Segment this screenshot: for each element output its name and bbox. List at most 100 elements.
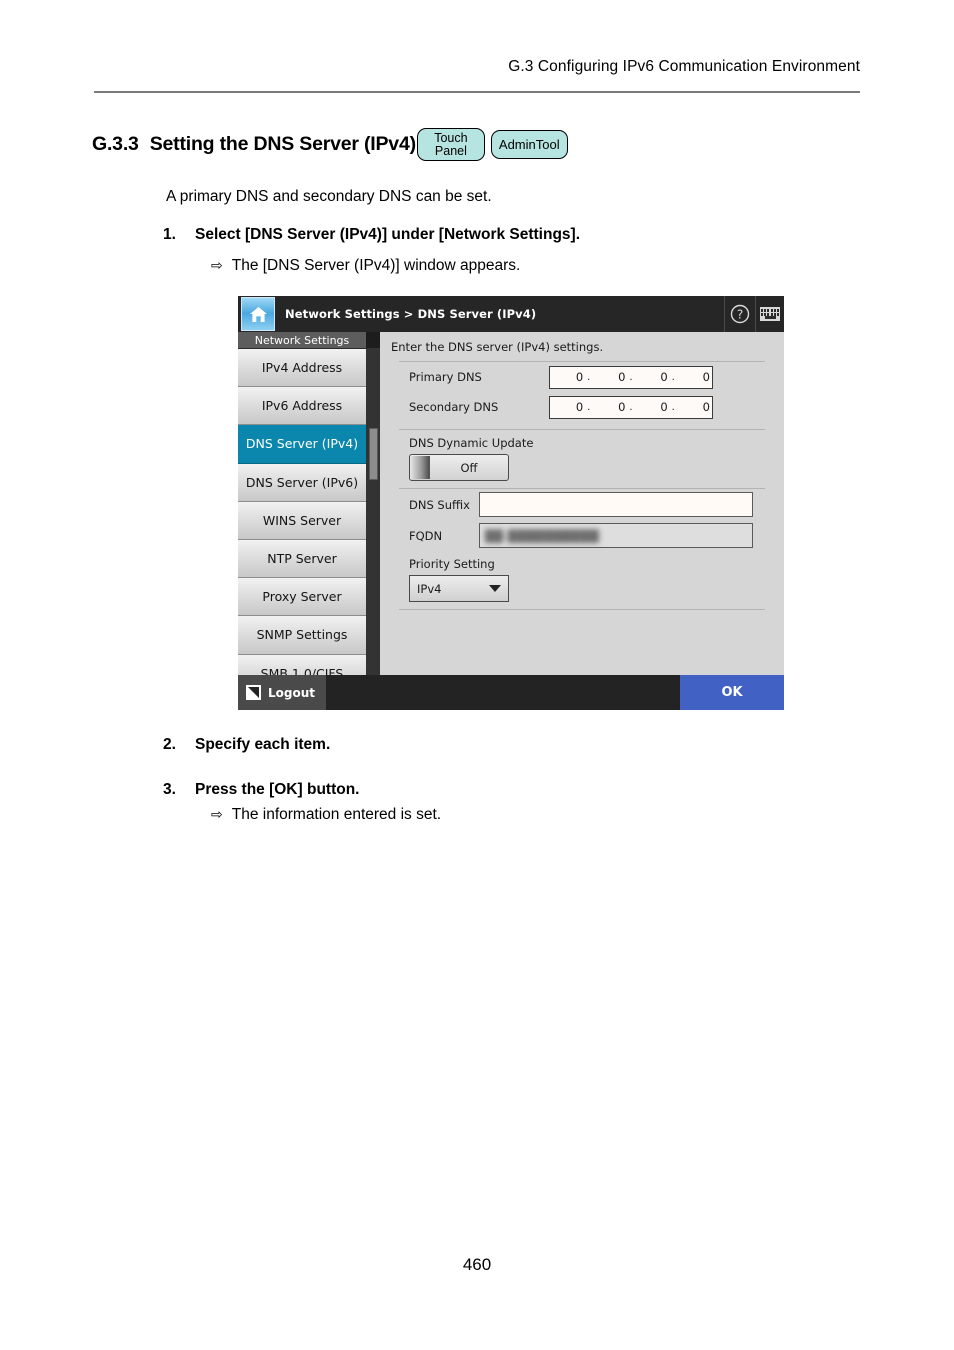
header-divider — [94, 91, 860, 93]
badge-admin-tool: AdminTool — [490, 130, 568, 159]
dns-suffix-row: DNS Suffix — [391, 489, 773, 520]
fqdn-redacted-value: ██-██████████ — [485, 528, 600, 543]
sidebar-item-snmp-settings[interactable]: SNMP Settings — [238, 616, 366, 655]
arrow-icon: ⇨ — [211, 806, 223, 822]
sidebar-title: Network Settings — [238, 332, 366, 349]
page-title: Setting the DNS Server (IPv4) — [149, 133, 416, 155]
primary-dns-label: Primary DNS — [409, 370, 482, 384]
octet-2[interactable]: 0 — [592, 370, 627, 384]
section-number: G.3.3 — [92, 133, 139, 155]
badge-touch-panel-line2: Panel — [434, 144, 467, 158]
step-1-text: Select [DNS Server (IPv4)] under [Networ… — [195, 226, 581, 243]
octet-separator: . — [587, 401, 591, 413]
step-2-text: Specify each item. — [195, 736, 331, 753]
scrollbar-thumb[interactable] — [368, 428, 378, 480]
fqdn-value-field: ██-██████████ — [479, 523, 753, 548]
priority-setting-select[interactable]: IPv4 — [409, 575, 509, 602]
octet-1[interactable]: 0 — [550, 400, 585, 414]
logout-button[interactable]: Logout — [238, 675, 326, 710]
ok-button[interactable]: OK — [680, 675, 784, 710]
section-heading: G.3.3 Setting the DNS Server (IPv4) Touc… — [92, 128, 568, 161]
octet-4[interactable]: 0 — [677, 400, 712, 414]
octet-3[interactable]: 0 — [635, 370, 670, 384]
badge-touch-panel: Touch Panel — [416, 128, 485, 161]
device-sidebar: Network Settings IPv4 Address IPv6 Addre… — [238, 332, 366, 693]
secondary-dns-label: Secondary DNS — [409, 400, 499, 414]
fqdn-label: FQDN — [409, 528, 443, 543]
logout-icon — [246, 685, 261, 700]
page-number: 460 — [462, 1255, 492, 1274]
fqdn-row: FQDN ██-██████████ — [391, 520, 773, 551]
step-1-result-text: The [DNS Server (IPv4)] window appears. — [231, 257, 521, 274]
toggle-knob — [410, 456, 430, 479]
secondary-dns-row: Secondary DNS 0 . 0 . 0 . 0 — [391, 392, 773, 422]
dns-dynamic-update-label: DNS Dynamic Update — [409, 436, 534, 450]
sidebar-item-proxy-server[interactable]: Proxy Server — [238, 578, 366, 617]
step-1-result: ⇨ The [DNS Server (IPv4)] window appears… — [211, 257, 520, 275]
running-header-text: G.3 Configuring IPv6 Communication Envir… — [508, 58, 860, 75]
logout-label: Logout — [268, 685, 316, 700]
sidebar-item-label: Proxy Server — [262, 589, 342, 605]
sidebar-item-ipv6-address[interactable]: IPv6 Address — [238, 387, 366, 426]
octet-2[interactable]: 0 — [592, 400, 627, 414]
sidebar-item-dns-server-ipv4[interactable]: DNS Server (IPv4) — [238, 425, 366, 464]
panel-instruction: Enter the DNS server (IPv4) settings. — [391, 340, 604, 354]
step-1: 1. Select [DNS Server (IPv4)] under [Net… — [163, 226, 580, 244]
primary-dns-row: Primary DNS 0 . 0 . 0 . 0 — [391, 362, 773, 392]
step-1-number: 1. — [163, 226, 176, 243]
octet-separator: . — [629, 401, 633, 413]
running-header: G.3 Configuring IPv6 Communication Envir… — [94, 58, 860, 76]
device-topbar: Network Settings > DNS Server (IPv4) ? — [238, 296, 784, 332]
step-2-number: 2. — [163, 736, 176, 753]
sidebar-item-label: NTP Server — [267, 551, 337, 567]
step-3: 3. Press the [OK] button. — [163, 781, 359, 799]
dns-dynamic-update-toggle[interactable]: Off — [409, 454, 509, 481]
priority-setting-label: Priority Setting — [409, 557, 495, 571]
device-footer: Logout OK — [238, 675, 784, 710]
keyboard-glyph — [760, 307, 780, 321]
sidebar-item-label: WINS Server — [262, 512, 342, 528]
step-3-result-text: The information entered is set. — [231, 806, 442, 823]
arrow-icon: ⇨ — [211, 257, 223, 273]
sidebar-item-label: DNS Server (IPv6) — [245, 474, 359, 490]
octet-separator: . — [629, 371, 633, 383]
octet-4[interactable]: 0 — [677, 370, 712, 384]
priority-setting-value: IPv4 — [417, 581, 442, 596]
help-icon[interactable]: ? — [724, 296, 755, 332]
sidebar-item-ntp-server[interactable]: NTP Server — [238, 539, 366, 579]
dns-suffix-input[interactable] — [479, 492, 753, 517]
sidebar-item-ipv4-address[interactable]: IPv4 Address — [238, 349, 366, 388]
sidebar-item-label: DNS Server (IPv4) — [245, 436, 359, 452]
dns-suffix-label: DNS Suffix — [409, 497, 470, 512]
sidebar-item-label: IPv4 Address — [261, 360, 343, 376]
octet-separator: . — [587, 371, 591, 383]
step-2: 2. Specify each item. — [163, 736, 330, 754]
breadcrumb: Network Settings > DNS Server (IPv4) — [285, 307, 537, 321]
step-3-result: ⇨ The information entered is set. — [211, 806, 441, 824]
octet-separator: . — [671, 401, 675, 413]
divider — [399, 609, 765, 610]
sidebar-item-label: IPv6 Address — [261, 398, 343, 414]
toggle-state-label: Off — [460, 460, 478, 475]
home-icon[interactable] — [241, 297, 275, 331]
step-3-number: 3. — [163, 781, 176, 798]
keyboard-icon[interactable] — [755, 296, 784, 332]
chevron-down-icon — [489, 585, 501, 592]
settings-panel: Enter the DNS server (IPv4) settings. Pr… — [380, 332, 784, 675]
step-3-text: Press the [OK] button. — [195, 781, 360, 798]
octet-3[interactable]: 0 — [635, 400, 670, 414]
intro-paragraph: A primary DNS and secondary DNS can be s… — [166, 188, 492, 205]
secondary-dns-input[interactable]: 0 . 0 . 0 . 0 — [549, 395, 713, 419]
sidebar-item-label: SNMP Settings — [256, 627, 348, 643]
divider — [399, 429, 765, 430]
footer-spacer — [326, 675, 680, 710]
topbar-actions: ? — [724, 296, 784, 332]
octet-1[interactable]: 0 — [550, 370, 585, 384]
octet-separator: . — [671, 371, 675, 383]
sidebar-item-dns-server-ipv6[interactable]: DNS Server (IPv6) — [238, 463, 366, 502]
device-screenshot: Network Settings > DNS Server (IPv4) ? N… — [238, 296, 784, 710]
primary-dns-input[interactable]: 0 . 0 . 0 . 0 — [549, 365, 713, 389]
sidebar-scrollbar[interactable] — [366, 348, 380, 675]
svg-text:?: ? — [737, 308, 743, 322]
sidebar-item-wins-server[interactable]: WINS Server — [238, 501, 366, 540]
